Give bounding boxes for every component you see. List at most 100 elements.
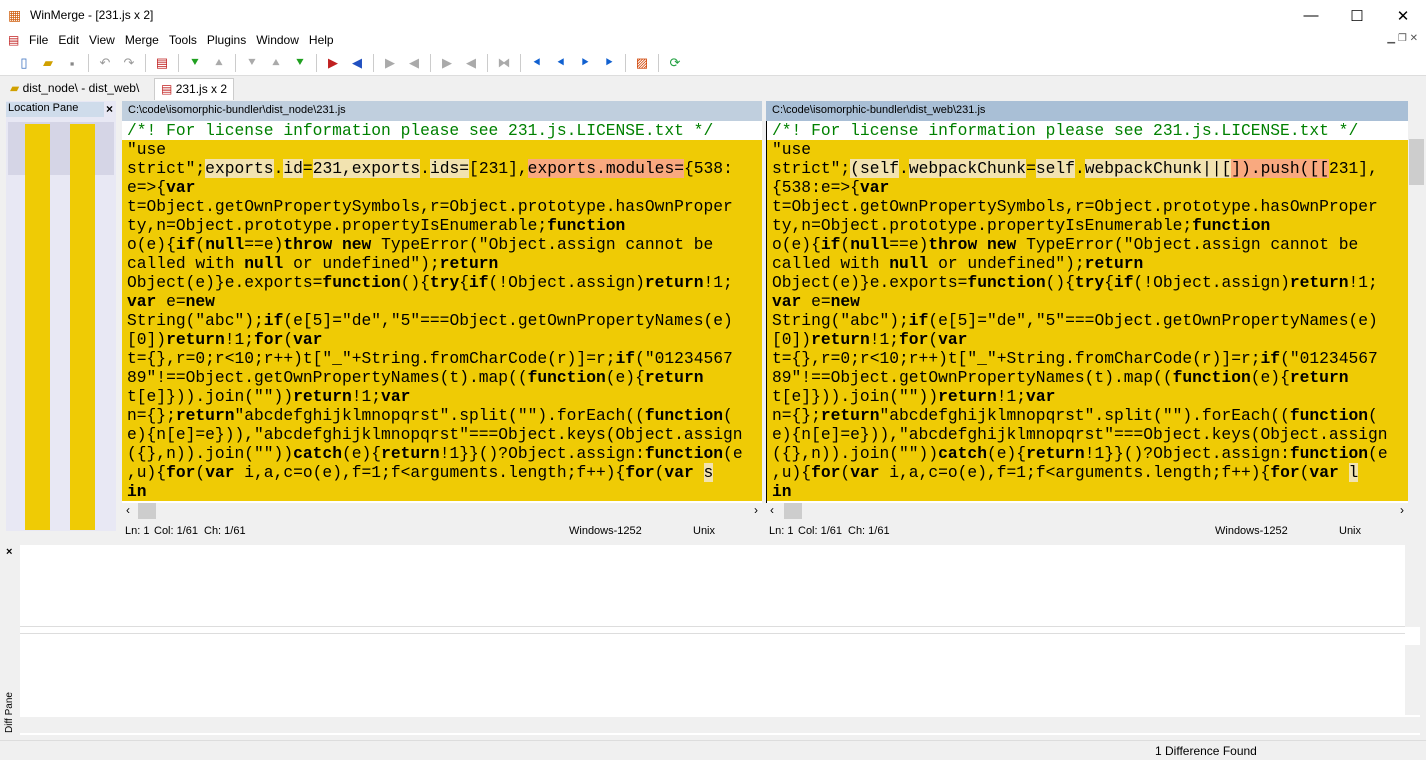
scroll-thumb[interactable] <box>784 503 802 519</box>
open-icon[interactable]: ▰ <box>38 53 58 73</box>
code-line: t=Object.getOwnPropertySymbols,r=Object.… <box>767 197 1408 216</box>
undo-icon[interactable]: ↶ <box>95 53 115 73</box>
menu-view[interactable]: View <box>84 31 120 49</box>
location-pane-close-icon[interactable]: × <box>106 102 113 116</box>
code-line: 89"!==Object.getOwnPropertyNames(t).map(… <box>122 368 762 387</box>
scroll-thumb[interactable] <box>138 503 156 519</box>
menu-plugins[interactable]: Plugins <box>202 31 251 49</box>
code-token: webpackChunk||[ <box>1084 159 1232 178</box>
last-diff-icon[interactable]: ⯅ <box>266 53 286 73</box>
copy-right-advance-icon[interactable]: ▶ <box>380 53 400 73</box>
code-line: t={},r=0;r<10;r++)t["_"+String.fromCharC… <box>767 349 1408 368</box>
code-token: var <box>205 463 235 482</box>
code-line: ,u){for(var i,a,c=o(e),f=1;f<arguments.l… <box>767 463 1408 482</box>
toolbar-separator <box>625 54 626 72</box>
left-status: Ln: 1 Col: 1/61 Ch: 1/61 Windows-1252 Un… <box>125 525 716 537</box>
left-path-header: C:\code\isomorphic-bundler\dist_node\231… <box>122 101 762 121</box>
window-title: WinMerge - [231.js x 2] <box>30 8 154 22</box>
code-token: for <box>1270 463 1300 482</box>
menu-help[interactable]: Help <box>304 31 339 49</box>
all-left-icon[interactable]: ◀ <box>461 53 481 73</box>
toolbar-separator <box>487 54 488 72</box>
copy-left-icon[interactable]: ◀ <box>347 53 367 73</box>
code-line: o(e){if(null==e)throw new TypeError("Obj… <box>767 235 1408 254</box>
code-token: self <box>1035 159 1075 178</box>
vertical-scrollbar[interactable] <box>1408 121 1425 503</box>
refresh-icon[interactable]: ⟳ <box>665 53 685 73</box>
first-diff-icon[interactable]: ⯆ <box>242 53 262 73</box>
redo-icon[interactable]: ↷ <box>119 53 139 73</box>
move-right-icon[interactable]: ⯈ <box>575 53 595 73</box>
code-token: for <box>166 463 196 482</box>
code-line: ({},n)).join(""))catch(e){return!1}}()?O… <box>767 444 1408 463</box>
left-editor[interactable]: /*! For license information please see 2… <box>122 121 762 503</box>
code-line: String("abc");if(e[5]="de","5"===Object.… <box>122 311 762 330</box>
toolbar-separator <box>88 54 89 72</box>
current-diff-icon[interactable]: ⯆ <box>290 53 310 73</box>
new-icon[interactable]: ▯ <box>14 53 34 73</box>
toolbar-separator <box>235 54 236 72</box>
code-token: s <box>703 463 714 482</box>
diff-pane-hscroll[interactable] <box>20 717 1420 733</box>
diff-pane-right[interactable] <box>20 633 1405 715</box>
code-token: ids= <box>429 159 470 178</box>
move-left2-icon[interactable]: ⯇ <box>551 53 571 73</box>
toolbar-separator <box>178 54 179 72</box>
menu-merge[interactable]: Merge <box>120 31 164 49</box>
save-icon[interactable]: ▪ <box>62 53 82 73</box>
menu-window[interactable]: Window <box>251 31 304 49</box>
toolbar-separator <box>316 54 317 72</box>
options-icon[interactable]: ▨ <box>632 53 652 73</box>
move-left-icon[interactable]: ⯇ <box>527 53 547 73</box>
code-line: n={};return"abcdefghijklmnopqrst".split(… <box>767 406 1408 425</box>
minimize-button[interactable]: — <box>1288 0 1334 31</box>
code-token: /*! For license information please see 2… <box>127 121 714 140</box>
menu-bar: ▤ File Edit View Merge Tools Plugins Window Help… <box>0 31 1426 51</box>
scroll-thumb[interactable] <box>1409 139 1424 185</box>
move-right2-icon[interactable]: ⯈ <box>599 53 619 73</box>
next-diff-icon[interactable]: ⯆ <box>185 53 205 73</box>
code-token: var <box>664 463 694 482</box>
code-line: "use <box>767 140 1408 159</box>
menu-file[interactable]: File <box>24 31 53 49</box>
maximize-button[interactable]: ☐ <box>1334 0 1380 31</box>
toolbar-separator <box>520 54 521 72</box>
right-path-header: C:\code\isomorphic-bundler\dist_web\231.… <box>766 101 1408 121</box>
menu-edit[interactable]: Edit <box>53 31 84 49</box>
app-icon: ▦ <box>8 7 22 23</box>
location-viewport[interactable] <box>8 122 114 175</box>
prev-diff-icon[interactable]: ⯅ <box>209 53 229 73</box>
code-token: var <box>1309 463 1339 482</box>
right-editor[interactable]: /*! For license information please see 2… <box>766 121 1408 503</box>
tab-folder-compare[interactable]: ▰ dist_node\ - dist_web\ <box>4 78 145 100</box>
all-right-icon[interactable]: ▶ <box>437 53 457 73</box>
code-token: for <box>625 463 655 482</box>
menu-tools[interactable]: Tools <box>164 31 202 49</box>
code-token: 231,exports <box>312 159 421 178</box>
tab-file-compare[interactable]: ▤ 231.js x 2 <box>154 78 235 100</box>
diff-pane-left[interactable] <box>20 545 1405 627</box>
diff-pane-vscroll2[interactable] <box>1405 645 1421 715</box>
location-bar-left <box>25 124 50 530</box>
copy-right-icon[interactable]: ▶ <box>323 53 343 73</box>
code-line: [0])return!1;for(var <box>767 330 1408 349</box>
code-line: ({},n)).join(""))catch(e){return!1}}()?O… <box>122 444 762 463</box>
code-line: e){n[e]=e})),"abcdefghijklmnopqrst"===Ob… <box>122 425 762 444</box>
diff-pane-vscroll[interactable] <box>1405 545 1421 627</box>
right-hscrollbar[interactable]: ‹ › <box>766 503 1408 519</box>
copy-left-advance-icon[interactable]: ◀ <box>404 53 424 73</box>
code-line: strict";(self.webpackChunk=self.webpackC… <box>767 159 1408 178</box>
close-button[interactable]: ✕ <box>1380 0 1426 31</box>
code-token: for <box>811 463 841 482</box>
diff-icon[interactable]: ▤ <box>152 53 172 73</box>
toolbar-separator <box>373 54 374 72</box>
doc-icon: ▤ <box>8 33 20 47</box>
code-line: {538:e=>{var <box>767 178 1408 197</box>
left-hscrollbar[interactable]: ‹ › <box>122 503 762 519</box>
diff-pane-close-icon[interactable]: × <box>6 546 12 558</box>
mdi-controls[interactable]: ▁ ❐ ✕ <box>1387 33 1418 44</box>
title-bar: ▦ WinMerge - [231.js x 2] — ☐ ✕ <box>0 0 1426 31</box>
toolbar-separator <box>145 54 146 72</box>
diff-pane[interactable] <box>20 545 1421 735</box>
merge-icon[interactable]: ⧓ <box>494 53 514 73</box>
